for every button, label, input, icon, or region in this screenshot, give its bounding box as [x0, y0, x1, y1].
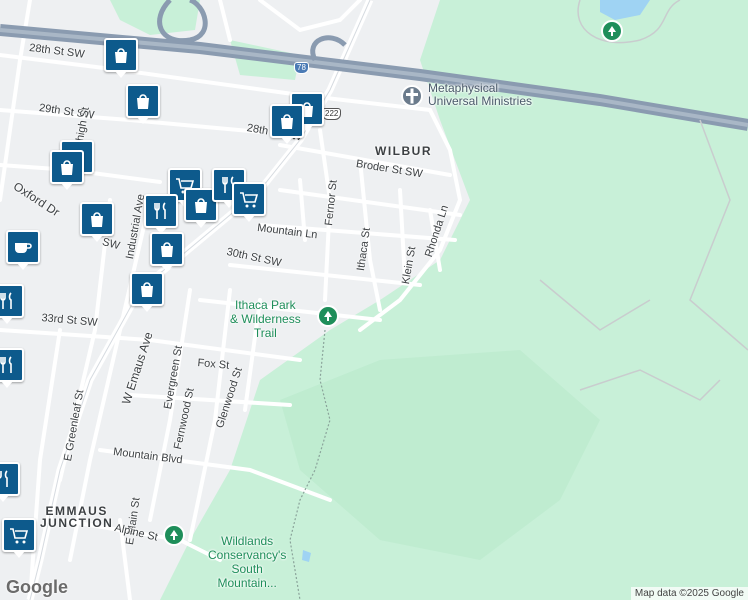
shopping-pin[interactable]: [270, 104, 304, 144]
shopping-bag-icon: [281, 114, 293, 129]
cart-icon: [10, 528, 29, 544]
shopping-pin[interactable]: [50, 150, 84, 190]
shopping-pin[interactable]: [130, 272, 164, 312]
shopping-bag-icon: [141, 282, 153, 297]
fork-knife-icon: [0, 356, 12, 373]
shopping-bag-icon: [115, 48, 127, 63]
map-attribution[interactable]: Map data ©2025 Google: [630, 587, 748, 600]
tree-icon: [324, 311, 332, 321]
church-pin[interactable]: [401, 85, 423, 107]
route-shield: 222: [322, 108, 342, 120]
shopping-pin[interactable]: [104, 38, 138, 78]
shopping-bag-icon: [195, 198, 207, 213]
fork-knife-icon: [154, 202, 166, 219]
shopping-pin[interactable]: [126, 84, 160, 124]
shopping-pin[interactable]: [150, 232, 184, 272]
cart-icon: [240, 192, 259, 208]
shopping-pin[interactable]: [80, 202, 114, 242]
fork-knife-icon: [0, 470, 8, 487]
restaurant-pin[interactable]: [0, 348, 24, 388]
shopping-bag-icon: [61, 160, 73, 175]
shopping-bag-icon: [137, 94, 149, 109]
park-label: Ithaca Park & Wilderness Trail: [230, 298, 301, 340]
restaurant-pin[interactable]: [144, 194, 178, 234]
tree-icon: [170, 530, 178, 540]
neighborhood-label: EMMAUS JUNCTION: [40, 504, 114, 530]
grocery-pin[interactable]: [232, 182, 266, 222]
grocery-pin[interactable]: [2, 518, 36, 558]
coffee-icon: [15, 243, 32, 253]
interstate-shield: 78: [294, 62, 309, 74]
church-label: Metaphysical Universal Ministries: [428, 81, 533, 108]
shopping-bag-icon: [91, 212, 103, 227]
shopping-bag-icon: [161, 242, 173, 257]
area-label: WILBUR: [375, 144, 432, 158]
restaurant-pin[interactable]: [0, 284, 24, 324]
conservancy-pin[interactable]: [163, 524, 185, 546]
conservancy-label: Wildlands Conservancy's South Mountain..…: [208, 534, 287, 590]
park-pin[interactable]: [317, 305, 339, 327]
cafe-pin[interactable]: [6, 230, 40, 270]
google-logo: Google: [6, 577, 68, 597]
cross-icon: [406, 88, 418, 104]
park-pin[interactable]: [601, 20, 623, 42]
tree-icon: [608, 26, 616, 36]
restaurant-pin[interactable]: [0, 462, 20, 502]
fork-knife-icon: [0, 292, 12, 309]
